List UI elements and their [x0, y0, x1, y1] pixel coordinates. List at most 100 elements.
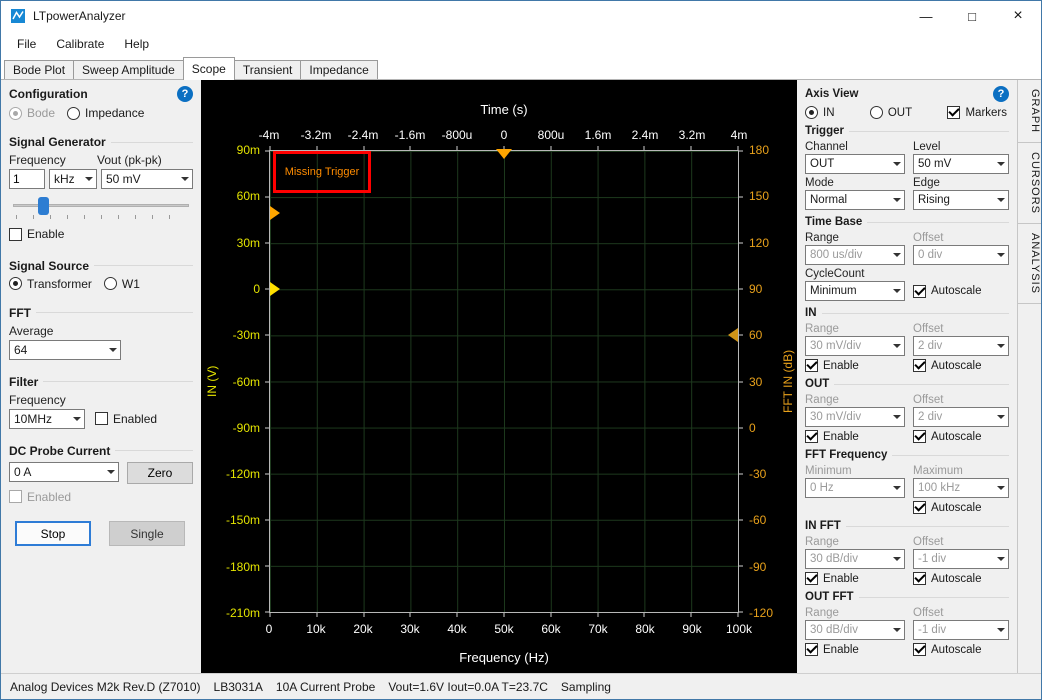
in-fft-autoscale-checkbox[interactable]: Autoscale: [913, 572, 1009, 585]
missing-trigger-text: Missing Trigger: [285, 166, 360, 178]
out-enable-checkbox[interactable]: Enable: [805, 430, 905, 443]
help-icon[interactable]: ?: [993, 86, 1009, 102]
tick-label: -90m: [233, 421, 260, 435]
in-autoscale-checkbox[interactable]: Autoscale: [913, 359, 1009, 372]
chevron-down-icon: [889, 479, 904, 497]
in-offset-select[interactable]: 2 div: [913, 336, 1009, 356]
tab-sweep-amplitude[interactable]: Sweep Amplitude: [73, 60, 184, 79]
chevron-down-icon: [69, 410, 84, 428]
transformer-radio[interactable]: Transformer: [9, 277, 92, 291]
tab-transient[interactable]: Transient: [234, 60, 302, 79]
frequency-input[interactable]: [9, 169, 45, 189]
close-button[interactable]: ×: [995, 1, 1041, 31]
menu-bar: File Calibrate Help: [1, 31, 1041, 57]
trigger-level-select[interactable]: 50 mV: [913, 154, 1009, 174]
combo-value: 10MHz: [10, 412, 69, 426]
slider-ticks: [16, 215, 186, 219]
in-enable-checkbox[interactable]: Enable: [805, 359, 905, 372]
menu-calibrate[interactable]: Calibrate: [46, 31, 114, 57]
filter-enabled-checkbox[interactable]: Enabled: [95, 412, 157, 426]
tab-bode-plot[interactable]: Bode Plot: [4, 60, 74, 79]
dc-probe-current-select[interactable]: 0 A: [9, 462, 119, 482]
filter-frequency-select[interactable]: 10MHz: [9, 409, 85, 429]
tick-mark: [265, 151, 269, 152]
side-tab-graph[interactable]: GRAPH: [1018, 80, 1041, 143]
trigger-title: Trigger: [805, 125, 844, 137]
impedance-radio[interactable]: Impedance: [67, 106, 144, 120]
plot-area[interactable]: Missing Trigger: [269, 150, 739, 613]
menu-file[interactable]: File: [7, 31, 46, 57]
minimize-button[interactable]: —: [903, 1, 949, 31]
fft-frequency-section: FFT Frequency Minimum Maximum 0 Hz 100 k…: [805, 449, 1009, 514]
tick-label: -60m: [233, 375, 260, 389]
combo-value: -1 div: [914, 553, 993, 565]
in-offset-label: Offset: [913, 323, 1009, 335]
in-fft-title: IN FFT: [805, 520, 841, 532]
marker-triangle[interactable]: [728, 328, 738, 342]
markers-checkbox[interactable]: Markers: [947, 106, 1007, 119]
scope-graph[interactable]: Time (s) -4m-3.2m-2.4m-1.6m-800u0800u1.6…: [201, 80, 797, 673]
out-range-select[interactable]: 30 mV/div: [805, 407, 905, 427]
configuration-section: Configuration ? Bode Impedance: [9, 86, 193, 120]
enable-label: Enable: [823, 360, 859, 372]
in-section-title: IN: [805, 307, 817, 319]
axis-in-radio[interactable]: IN: [805, 106, 835, 119]
frequency-slider[interactable]: [11, 195, 191, 219]
menu-help[interactable]: Help: [114, 31, 159, 57]
combo-value: -1 div: [914, 624, 993, 636]
signal-generator-enable-checkbox[interactable]: Enable: [9, 227, 64, 241]
single-button[interactable]: Single: [109, 521, 185, 546]
fft-frequency-autoscale-checkbox[interactable]: Autoscale: [913, 501, 1009, 514]
help-icon[interactable]: ?: [177, 86, 193, 102]
title-bar: LTpowerAnalyzer — □ ×: [1, 1, 1041, 31]
frequency-unit-select[interactable]: kHz: [49, 169, 97, 189]
fft-minimum-select[interactable]: 0 Hz: [805, 478, 905, 498]
zero-button[interactable]: Zero: [127, 462, 193, 484]
tab-impedance[interactable]: Impedance: [300, 60, 377, 79]
out-autoscale-checkbox[interactable]: Autoscale: [913, 430, 1009, 443]
out-fft-enable-checkbox[interactable]: Enable: [805, 643, 905, 656]
w1-radio[interactable]: W1: [104, 277, 140, 291]
time-axis-title: Time (s): [269, 102, 739, 117]
trigger-mode-label: Mode: [805, 177, 905, 189]
fft-maximum-select[interactable]: 100 kHz: [913, 478, 1009, 498]
dc-probe-current-title: DC Probe Current: [9, 444, 110, 458]
radio-icon: [104, 277, 117, 290]
marker-triangle[interactable]: [270, 206, 280, 220]
out-fft-range-select[interactable]: 30 dB/div: [805, 620, 905, 640]
maximize-button[interactable]: □: [949, 1, 995, 31]
trigger-mode-select[interactable]: Normal: [805, 190, 905, 210]
out-fft-autoscale-checkbox[interactable]: Autoscale: [913, 643, 1009, 656]
marker-triangle[interactable]: [496, 149, 512, 159]
tick-label: 10k: [306, 622, 325, 636]
in-range-select[interactable]: 30 mV/div: [805, 336, 905, 356]
trigger-channel-select[interactable]: OUT: [805, 154, 905, 174]
frequency-axis-ticks: 010k20k30k40k50k60k70k80k90k100k: [269, 622, 739, 637]
chevron-down-icon: [889, 246, 904, 264]
in-fft-offset-select[interactable]: -1 div: [913, 549, 1009, 569]
slider-thumb[interactable]: [38, 197, 49, 215]
chevron-down-icon: [889, 408, 904, 426]
trigger-edge-select[interactable]: Rising: [913, 190, 1009, 210]
out-offset-select[interactable]: 2 div: [913, 407, 1009, 427]
in-fft-enable-checkbox[interactable]: Enable: [805, 572, 905, 585]
cyclecount-select[interactable]: Minimum: [805, 281, 905, 301]
tick-label: -800u: [442, 128, 473, 142]
time-base-offset-select[interactable]: 0 div: [913, 245, 1009, 265]
out-fft-offset-select[interactable]: -1 div: [913, 620, 1009, 640]
divider: [111, 142, 193, 143]
fft-average-select[interactable]: 64: [9, 340, 121, 360]
time-axis-ticks: -4m-3.2m-2.4m-1.6m-800u0800u1.6m2.4m3.2m…: [269, 128, 739, 143]
side-tab-analysis[interactable]: ANALYSIS: [1018, 224, 1041, 304]
time-base-autoscale-checkbox[interactable]: Autoscale: [913, 285, 1009, 298]
tab-scope[interactable]: Scope: [183, 57, 235, 80]
time-base-range-select[interactable]: 800 us/div: [805, 245, 905, 265]
side-tab-cursors[interactable]: CURSORS: [1018, 143, 1041, 224]
stop-button[interactable]: Stop: [15, 521, 91, 546]
tick-mark: [363, 146, 364, 150]
vout-select[interactable]: 50 mV: [101, 169, 193, 189]
in-fft-range-select[interactable]: 30 dB/div: [805, 549, 905, 569]
marker-triangle[interactable]: [270, 282, 280, 296]
chevron-down-icon: [889, 191, 904, 209]
axis-out-radio[interactable]: OUT: [870, 106, 912, 119]
